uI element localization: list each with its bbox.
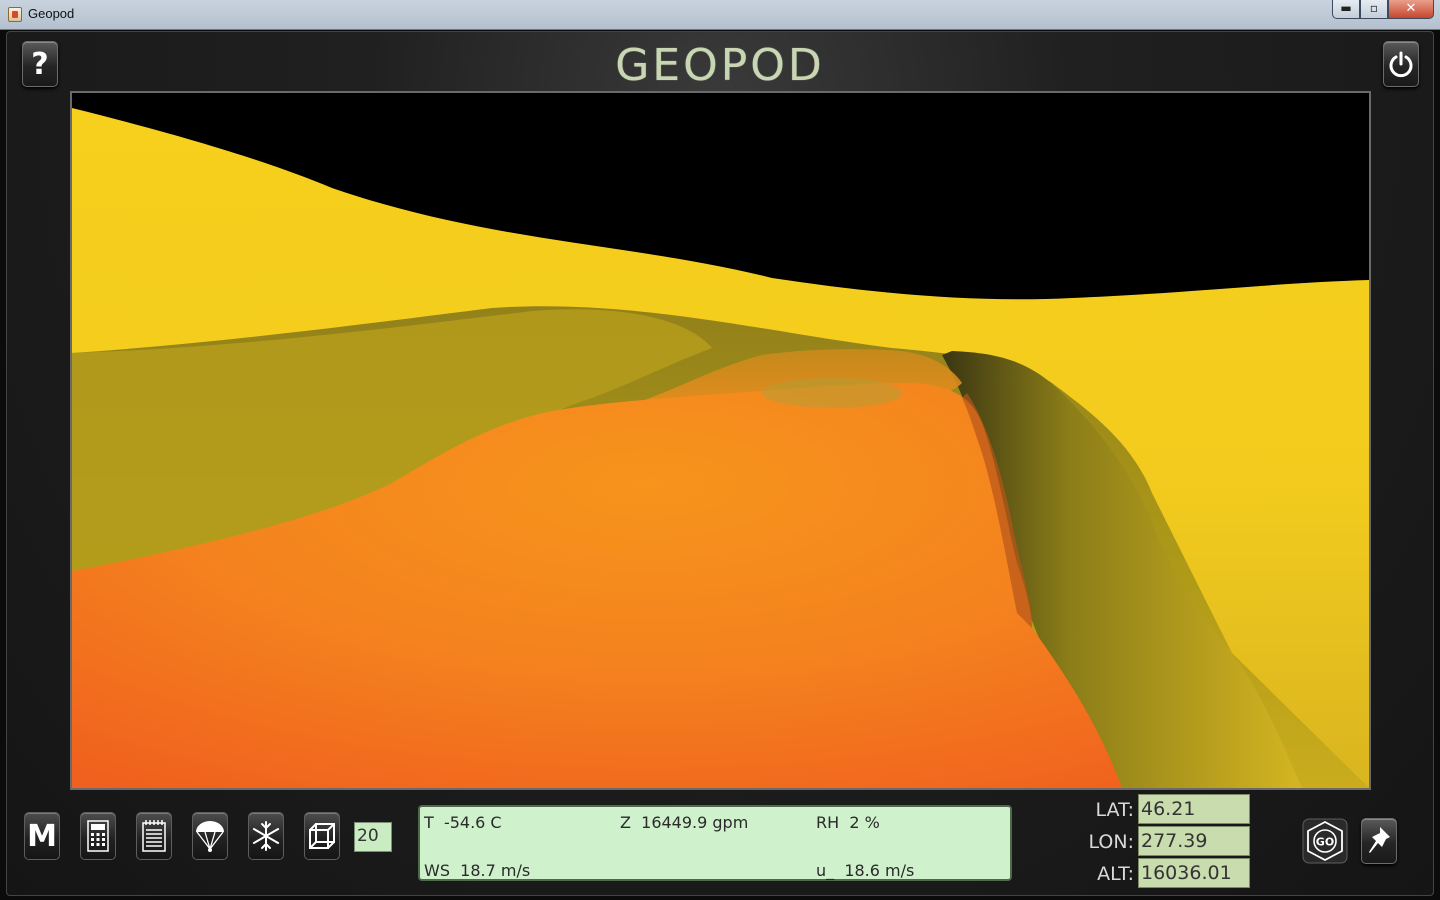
alt-field[interactable]: 16036.01 xyxy=(1138,858,1250,888)
3d-viewport[interactable] xyxy=(70,91,1371,790)
pin-button[interactable] xyxy=(1361,818,1397,864)
maximize-icon: ▫ xyxy=(1369,1,1379,15)
notepad-icon xyxy=(142,820,166,852)
power-icon xyxy=(1389,51,1413,78)
temperature-readout: T -54.6 C xyxy=(424,813,502,832)
go-target-icon: GO xyxy=(1302,818,1348,864)
calculator-icon xyxy=(87,820,109,852)
pushpin-icon xyxy=(1369,827,1390,853)
go-label: GO xyxy=(1316,836,1334,849)
help-icon: ? xyxy=(31,46,49,82)
java-app-icon xyxy=(8,7,22,22)
cube-icon xyxy=(309,823,335,849)
cube-button[interactable] xyxy=(304,812,340,860)
u-wind-readout: u_ 18.6 m/s xyxy=(816,861,915,880)
isosurface-scene xyxy=(72,93,1369,788)
close-button[interactable]: ✕ xyxy=(1388,0,1434,19)
maximize-button[interactable]: ▫ xyxy=(1360,0,1388,19)
minimize-button[interactable]: ▬ xyxy=(1332,0,1360,19)
window-controls: ▬ ▫ ✕ xyxy=(1332,0,1434,19)
parachute-icon xyxy=(196,821,224,852)
lat-label: LAT: xyxy=(1095,799,1134,821)
window-titlebar: Geopod ▬ ▫ ✕ xyxy=(0,0,1440,30)
close-icon: ✕ xyxy=(1405,1,1417,16)
wind-speed-readout: WS 18.7 m/s xyxy=(424,861,531,880)
go-button[interactable]: GO xyxy=(1302,818,1348,864)
notepad-button[interactable] xyxy=(136,812,172,860)
geopotential-readout: Z 16449.9 gpm xyxy=(620,813,749,832)
snowflake-button[interactable] xyxy=(248,812,284,860)
geopod-logo: GEOPOD xyxy=(615,40,825,91)
parachute-button[interactable] xyxy=(192,812,228,860)
lon-label: LON: xyxy=(1088,831,1134,853)
readout-panel: T -54.6 C Z 16449.9 gpm RH 2 % WS 18.7 m… xyxy=(418,805,1012,881)
alt-label: ALT: xyxy=(1097,863,1134,885)
count-field[interactable]: 20 xyxy=(354,822,392,852)
calculator-button[interactable] xyxy=(80,812,116,860)
menu-icon: M xyxy=(27,818,57,854)
window-title: Geopod xyxy=(28,6,75,21)
power-button[interactable] xyxy=(1383,41,1419,87)
snowflake-icon xyxy=(252,821,280,851)
minimize-icon: ▬ xyxy=(1340,1,1352,15)
menu-button[interactable]: M xyxy=(24,812,60,860)
lon-field[interactable]: 277.39 xyxy=(1138,826,1250,856)
lat-field[interactable]: 46.21 xyxy=(1138,794,1250,824)
help-button[interactable]: ? xyxy=(22,41,58,87)
humidity-readout: RH 2 % xyxy=(816,813,880,832)
